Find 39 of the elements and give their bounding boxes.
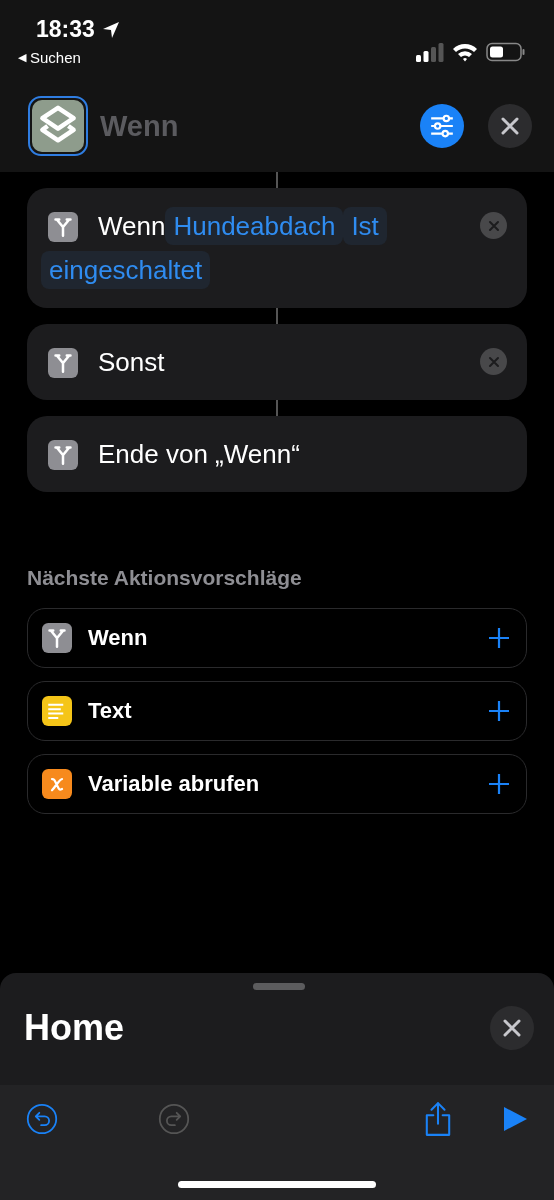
action-card[interactable]: Ende von „Wenn“: [27, 416, 527, 492]
undo-icon[interactable]: [26, 1103, 58, 1135]
close-icon: [487, 219, 500, 232]
clock-time: 18:33: [36, 16, 95, 43]
action-label: Ende von „Wenn“: [98, 439, 300, 469]
action-label: Wenn: [98, 211, 166, 241]
back-link[interactable]: Suchen: [30, 49, 81, 66]
variable-token[interactable]: Ist: [343, 207, 387, 245]
signal-icon: [416, 42, 444, 62]
wifi-icon: [452, 42, 478, 62]
battery-icon: [486, 42, 526, 62]
section-title: Nächste Aktionsvorschläge: [27, 566, 303, 590]
close-button[interactable]: [490, 1006, 534, 1050]
sheet-title: Home: [24, 1007, 125, 1049]
sliders-icon: [429, 113, 455, 139]
variable-token[interactable]: eingeschaltet: [41, 251, 211, 289]
action-card[interactable]: Sonst: [27, 324, 527, 400]
suggestion-row[interactable]: Wenn: [27, 608, 527, 668]
suggestion-row[interactable]: Variable abrufen: [27, 754, 527, 814]
variable-token[interactable]: Hundeabdach: [165, 207, 344, 245]
run-icon[interactable]: [502, 1105, 528, 1133]
add-icon[interactable]: [488, 627, 510, 649]
close-icon: [502, 1018, 522, 1038]
add-icon[interactable]: [488, 773, 510, 795]
settings-button[interactable]: [420, 104, 464, 148]
sheet-handle[interactable]: [253, 983, 305, 990]
action-card[interactable]: Wenn Hundeabdach Ist eingeschaltet: [27, 188, 527, 308]
branch-icon: [48, 348, 78, 378]
back-arrow[interactable]: ◀: [18, 51, 26, 64]
share-icon[interactable]: [424, 1101, 452, 1137]
branch-icon: [48, 212, 78, 242]
action-label: Sonst: [98, 347, 165, 377]
branch-icon: [48, 440, 78, 470]
close-icon: [487, 355, 500, 368]
close-icon: [500, 116, 520, 136]
suggestion-row[interactable]: Text: [27, 681, 527, 741]
close-button[interactable]: [488, 104, 532, 148]
shortcut-icon[interactable]: [28, 96, 88, 156]
add-icon[interactable]: [488, 700, 510, 722]
